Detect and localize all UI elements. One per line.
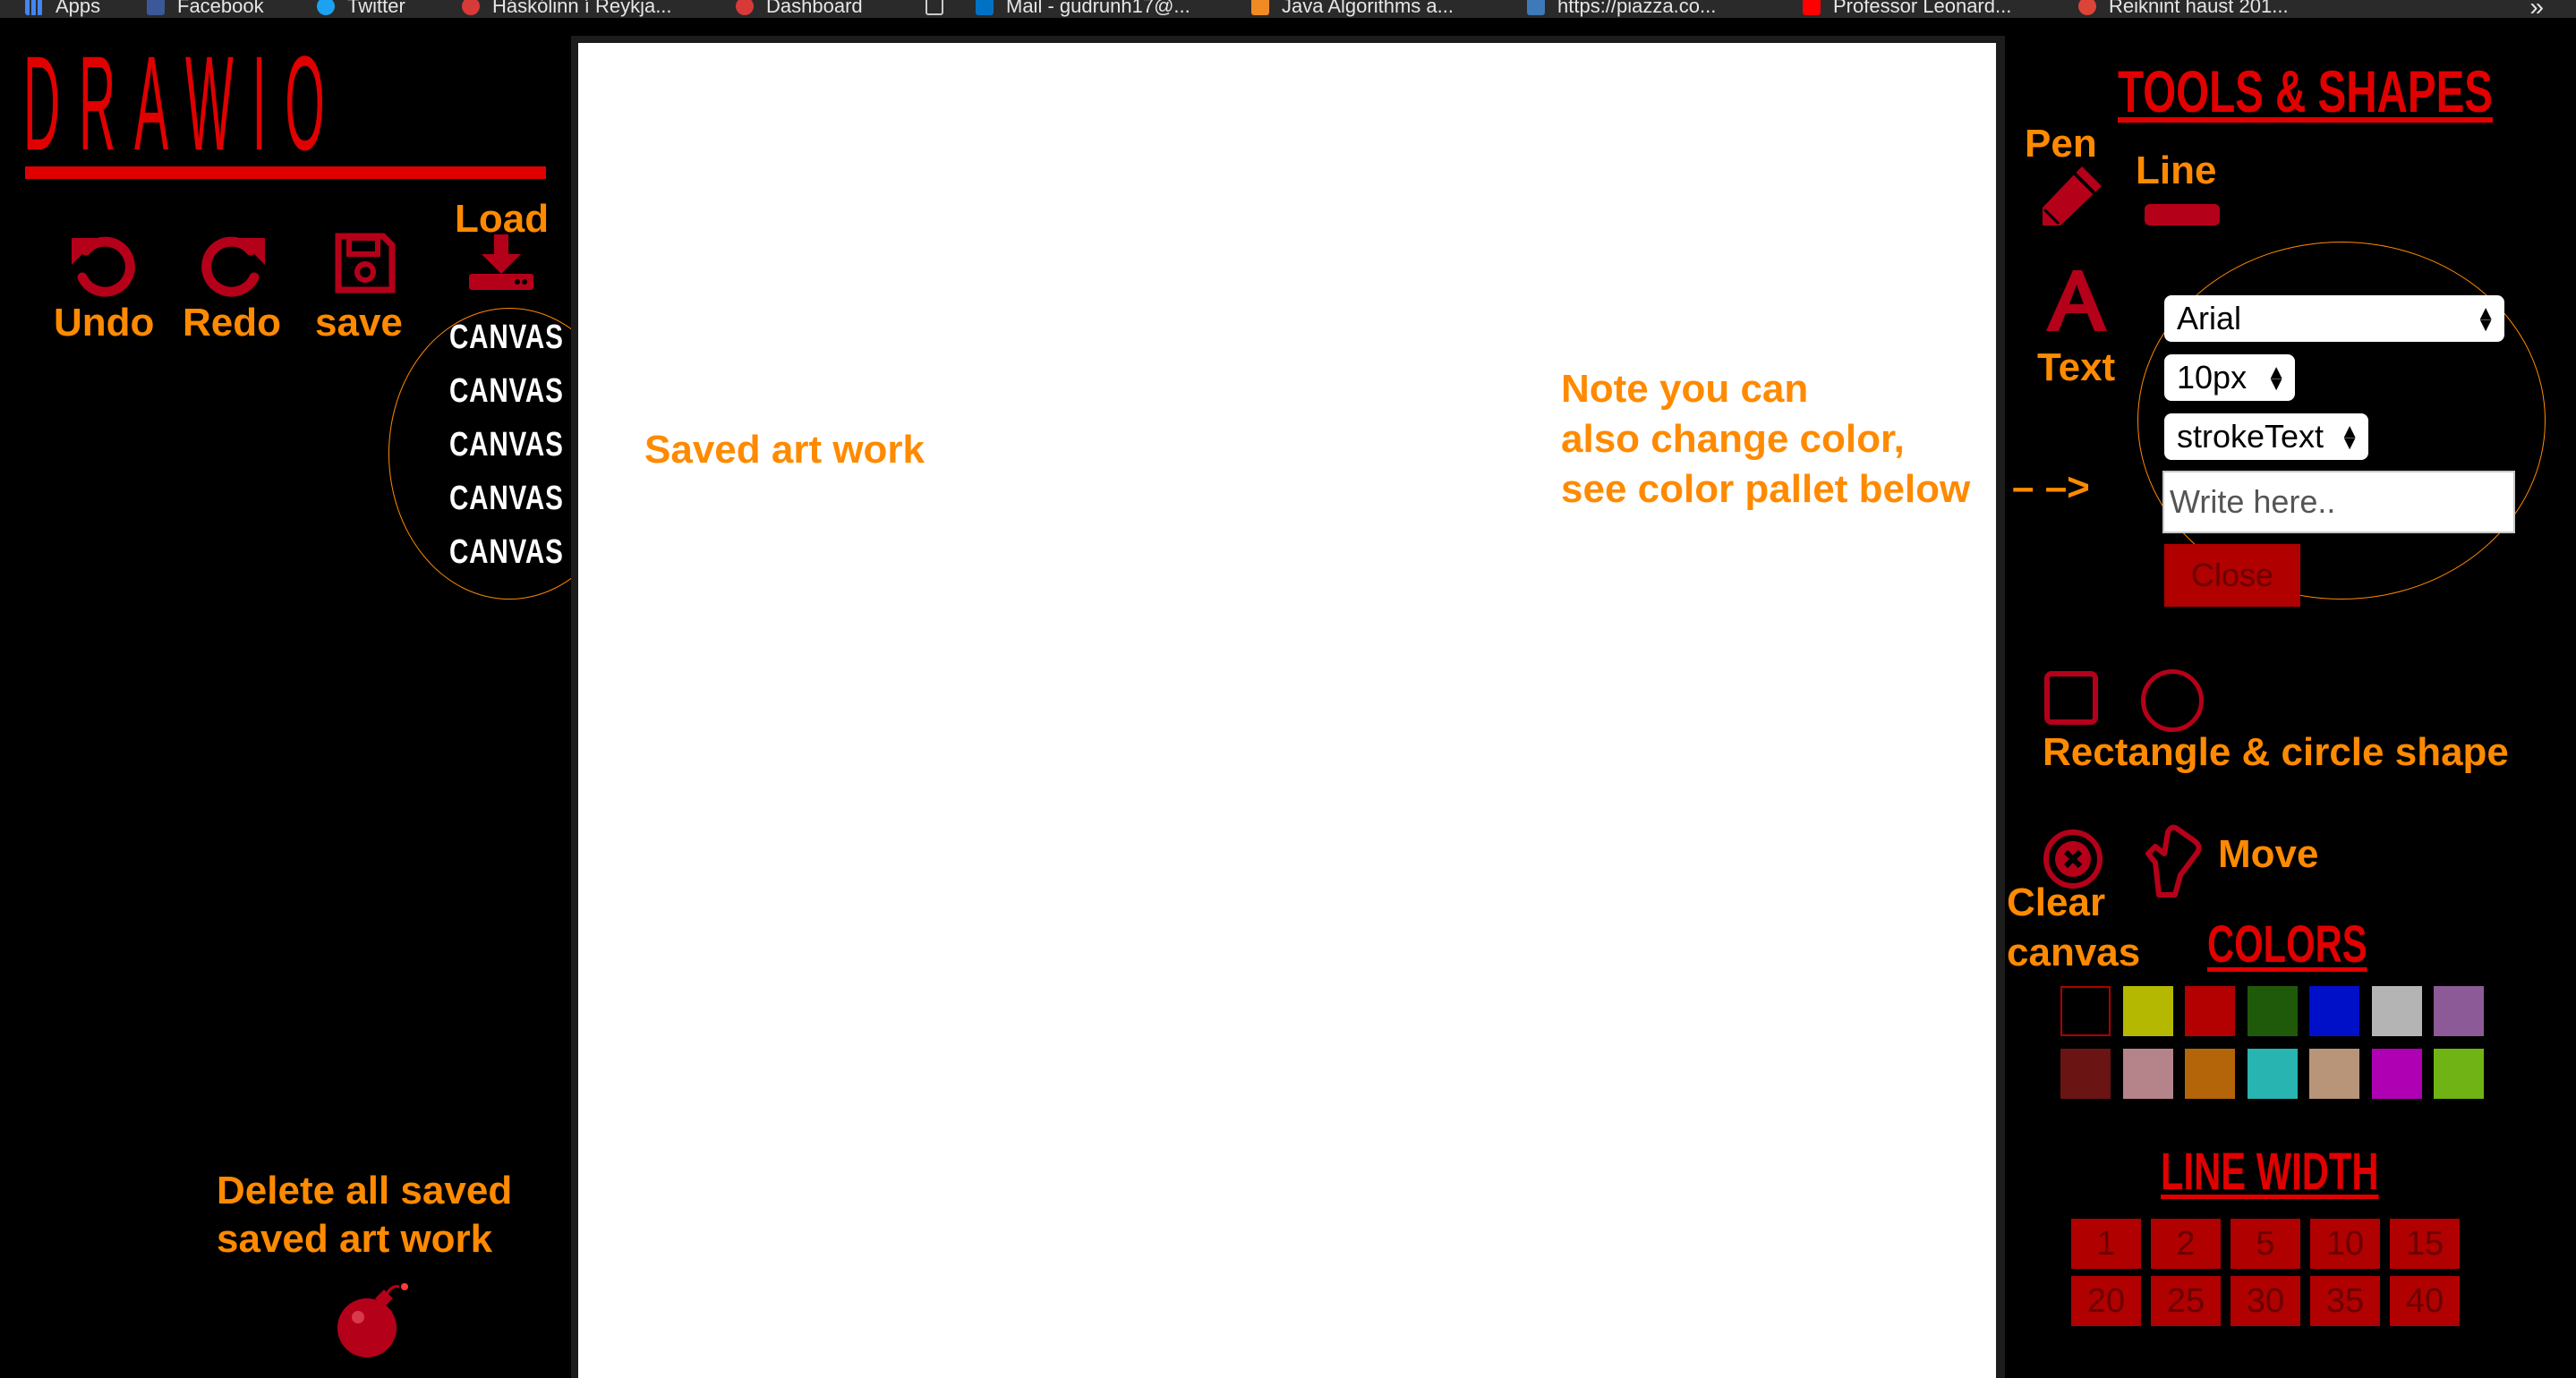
color-swatch[interactable] <box>2185 986 2235 1036</box>
bookmark-reiknint[interactable]: Reiknint haust 201... <box>2078 0 2289 18</box>
line-width-button[interactable]: 2 <box>2151 1219 2221 1269</box>
note-arrow: – –> <box>2012 465 2090 509</box>
youtube-icon <box>1803 0 1821 15</box>
color-swatch[interactable] <box>2309 1049 2359 1099</box>
line-label[interactable]: Line <box>2136 149 2216 193</box>
facebook-icon <box>147 0 165 15</box>
canvas-link-3[interactable]: CANVAS 3 <box>449 426 587 464</box>
canvas-border-right <box>1996 36 2005 1378</box>
move-label[interactable]: Move <box>2218 832 2318 877</box>
logo-underline <box>25 166 546 179</box>
drawing-canvas[interactable] <box>578 43 1996 1378</box>
bookmark-apps[interactable]: Apps <box>25 0 100 18</box>
bookmark-youtube[interactable]: Professor Leonard... <box>1803 0 2011 18</box>
select-arrows-icon: ▲ ▼ <box>2476 301 2495 336</box>
bookmark-facebook[interactable]: Facebook <box>147 0 264 18</box>
clear-label-line1[interactable]: Clear <box>2007 880 2105 925</box>
text-label[interactable]: Text <box>2037 345 2115 390</box>
undo-icon[interactable] <box>66 231 138 299</box>
line-width-button[interactable]: 15 <box>2390 1219 2460 1269</box>
apps-grid-icon <box>25 0 43 15</box>
text-style-select[interactable]: strokeText ▲ ▼ <box>2164 413 2368 460</box>
canvas-border-left <box>571 36 578 1378</box>
download-icon[interactable] <box>465 234 537 292</box>
color-swatch[interactable] <box>2434 1049 2484 1099</box>
shapes-label: Rectangle & circle shape <box>2043 730 2509 774</box>
line-width-button[interactable]: 1 <box>2071 1219 2141 1269</box>
line-width-button[interactable]: 40 <box>2390 1276 2460 1326</box>
color-swatch[interactable] <box>2060 986 2111 1036</box>
line-width-title: LINE WIDTH <box>2161 1143 2379 1201</box>
line-width-button[interactable]: 25 <box>2151 1276 2221 1326</box>
color-swatch[interactable] <box>2247 986 2298 1036</box>
pen-icon[interactable] <box>2041 163 2107 227</box>
save-label[interactable]: save <box>315 301 403 345</box>
text-input[interactable]: Write here.. <box>2162 471 2515 533</box>
bookmarks-bar: Apps Facebook Twitter Háskólinn í Reykja… <box>0 0 2576 18</box>
line-width-button[interactable]: 35 <box>2310 1276 2380 1326</box>
university-icon <box>462 0 480 15</box>
color-swatch[interactable] <box>2371 986 2422 1036</box>
line-width-button[interactable]: 30 <box>2231 1276 2300 1326</box>
select-arrows-icon: ▲ ▼ <box>2266 360 2286 395</box>
rectangle-icon[interactable] <box>2044 671 2098 725</box>
undo-label[interactable]: Undo <box>54 301 154 345</box>
color-note-line2: also change color, <box>1561 417 1905 461</box>
color-swatch[interactable] <box>2371 1049 2422 1099</box>
clear-label-line2[interactable]: canvas <box>2007 931 2140 975</box>
bookmark-haskolinn[interactable]: Háskólinn í Reykja... <box>462 0 672 18</box>
font-size-select[interactable]: 10px ▲ ▼ <box>2164 354 2295 401</box>
google-plus-icon <box>2078 0 2096 15</box>
bomb-icon[interactable] <box>333 1280 417 1360</box>
line-width-button[interactable]: 5 <box>2231 1219 2300 1269</box>
text-icon[interactable] <box>2043 267 2111 335</box>
font-family-select[interactable]: Arial ▲ ▼ <box>2164 295 2504 342</box>
bookmark-twitter[interactable]: Twitter <box>317 0 405 18</box>
color-swatch[interactable] <box>2434 986 2484 1036</box>
page-icon <box>925 0 943 15</box>
move-hand-icon[interactable] <box>2143 823 2209 898</box>
color-note-line1: Note you can <box>1561 367 1809 411</box>
color-swatch[interactable] <box>2309 986 2359 1036</box>
color-note-line3: see color pallet below <box>1561 467 1971 511</box>
app-logo: DRAWIO <box>23 28 344 178</box>
bookmarks-more-button[interactable]: » <box>2529 0 2544 18</box>
bookmark-page[interactable] <box>925 0 956 18</box>
save-icon[interactable] <box>333 231 397 295</box>
bookmark-java[interactable]: Java Algorithms a... <box>1251 0 1454 18</box>
java-icon <box>1251 0 1269 15</box>
dashboard-icon <box>736 0 754 15</box>
close-button[interactable]: Close <box>2164 544 2300 607</box>
circle-icon[interactable] <box>2141 669 2204 732</box>
canvas-link-5[interactable]: CANVAS 5 <box>449 533 587 572</box>
line-width-button[interactable]: 10 <box>2310 1219 2380 1269</box>
line-width-button[interactable]: 20 <box>2071 1276 2141 1326</box>
redo-label[interactable]: Redo <box>183 301 281 345</box>
canvas-link-4[interactable]: CANVAS 4 <box>449 480 587 518</box>
color-swatch[interactable] <box>2122 986 2173 1036</box>
color-swatch[interactable] <box>2060 1049 2111 1099</box>
bookmark-piazza[interactable]: https://piazza.co... <box>1527 0 1716 18</box>
bookmark-mail[interactable]: Mail - gudrunh17@... <box>976 0 1190 18</box>
canvas-link-1[interactable]: CANVAS 1 <box>449 319 587 357</box>
pen-label[interactable]: Pen <box>2025 122 2097 166</box>
delete-note-line2: saved art work <box>217 1217 493 1261</box>
outlook-icon <box>976 0 994 15</box>
canvas-frame-top <box>571 36 2005 43</box>
canvas-link-2[interactable]: CANVAS 2 <box>449 372 587 411</box>
twitter-icon <box>317 0 335 15</box>
saved-artwork-note: Saved art work <box>644 428 925 472</box>
color-swatch[interactable] <box>2122 1049 2173 1099</box>
line-tool-icon[interactable] <box>2145 204 2220 225</box>
colors-title: COLORS <box>2207 915 2367 974</box>
select-arrows-icon: ▲ ▼ <box>2340 419 2359 454</box>
bookmark-dashboard[interactable]: Dashboard <box>736 0 863 18</box>
color-swatch[interactable] <box>2247 1049 2298 1099</box>
tools-shapes-title: TOOLS & SHAPES <box>2118 58 2493 124</box>
redo-icon[interactable] <box>199 231 270 299</box>
piazza-icon <box>1527 0 1545 15</box>
color-swatch[interactable] <box>2185 1049 2235 1099</box>
delete-note-line1: Delete all saved <box>217 1169 513 1212</box>
